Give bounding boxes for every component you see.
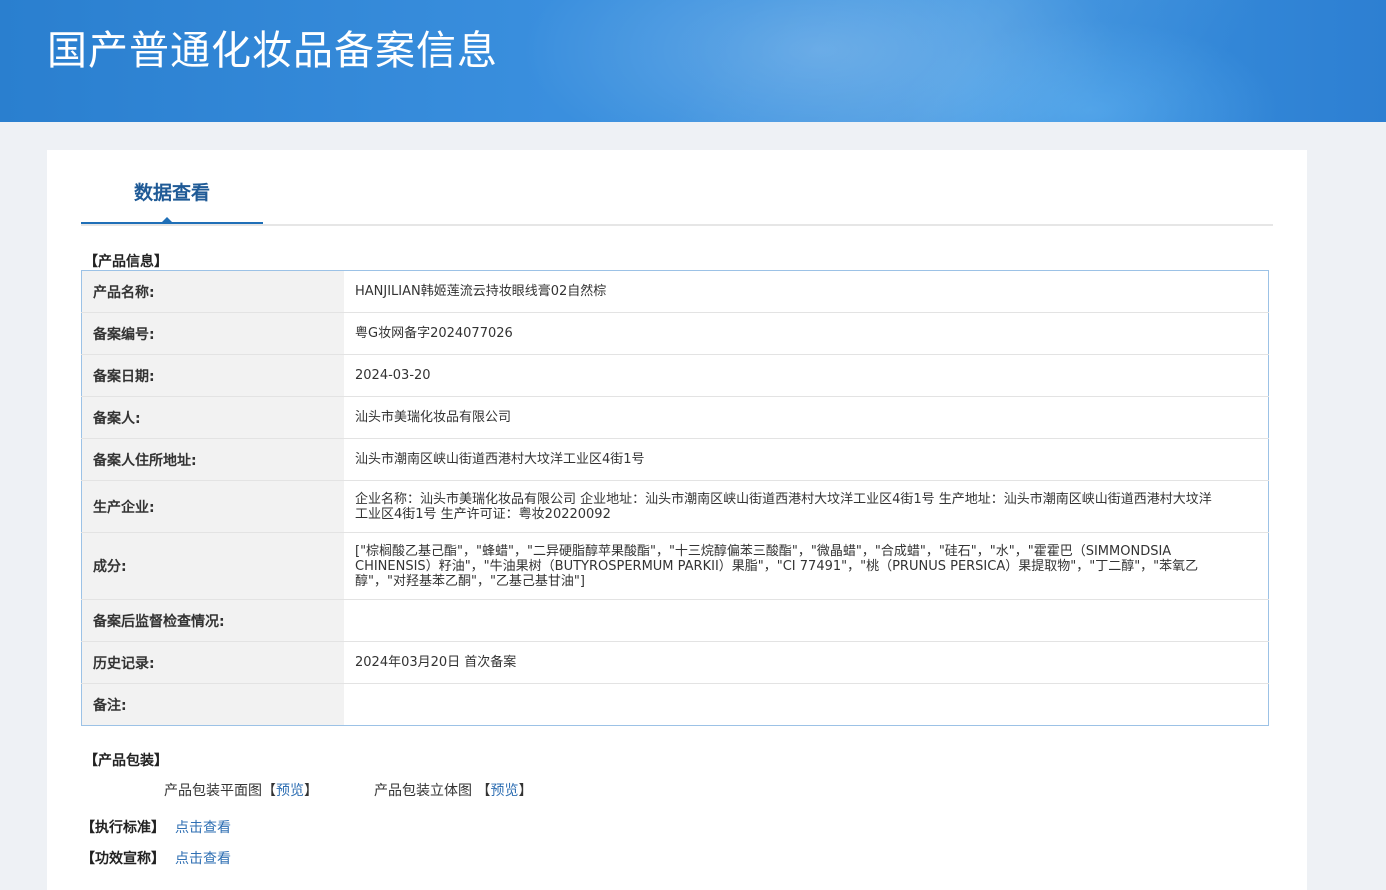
product-info-heading: 【产品信息】 bbox=[84, 254, 168, 270]
table-row: 历史记录: 2024年03月20日 首次备案 bbox=[81, 641, 1269, 684]
bracket-close: 】 bbox=[518, 783, 533, 799]
bracket-close: 】 bbox=[304, 783, 318, 799]
standard-view-link[interactable]: 点击查看 bbox=[175, 820, 231, 836]
tab-active-caret-icon bbox=[160, 217, 174, 224]
row-label: 历史记录: bbox=[81, 641, 344, 684]
row-label: 备案人: bbox=[81, 396, 344, 439]
row-value bbox=[344, 684, 1269, 726]
table-row: 备案日期: 2024-03-20 bbox=[81, 354, 1269, 397]
efficacy-label: 【功效宣称】 bbox=[81, 851, 165, 867]
efficacy-row: 【功效宣称】 点击查看 bbox=[81, 848, 231, 868]
row-label: 备案人住所地址: bbox=[81, 438, 344, 481]
packaging-flat-preview-link[interactable]: 预览 bbox=[276, 783, 304, 799]
efficacy-view-link[interactable]: 点击查看 bbox=[175, 851, 231, 867]
header-banner: 国产普通化妆品备案信息 bbox=[0, 0, 1386, 122]
table-row: 备案编号: 粤G妆网备字2024077026 bbox=[81, 312, 1269, 355]
product-info-table: 产品名称: HANJILIAN韩姬莲流云持妆眼线膏02自然棕 备案编号: 粤G妆… bbox=[81, 270, 1269, 726]
standard-row: 【执行标准】 点击查看 bbox=[81, 817, 231, 837]
tab-data-view[interactable]: 数据查看 bbox=[81, 150, 263, 224]
row-value: HANJILIAN韩姬莲流云持妆眼线膏02自然棕 bbox=[344, 270, 1269, 313]
row-label: 产品名称: bbox=[81, 270, 344, 313]
row-label: 成分: bbox=[81, 532, 344, 600]
packaging-solid-label: 产品包装立体图 bbox=[374, 783, 472, 799]
row-value: 粤G妆网备字2024077026 bbox=[344, 312, 1269, 355]
row-value: 2024年03月20日 首次备案 bbox=[344, 641, 1269, 684]
table-row: 备案后监督检查情况: bbox=[81, 599, 1269, 642]
content-card: 数据查看 【产品信息】 产品名称: HANJILIAN韩姬莲流云持妆眼线膏02自… bbox=[47, 150, 1307, 890]
tab-bar: 数据查看 bbox=[81, 150, 1273, 226]
table-row: 生产企业: 企业名称：汕头市美瑞化妆品有限公司 企业地址：汕头市潮南区峡山街道西… bbox=[81, 480, 1269, 533]
row-label: 备注: bbox=[81, 683, 344, 726]
row-value: 汕头市美瑞化妆品有限公司 bbox=[344, 396, 1269, 439]
bracket-open: 【 bbox=[476, 783, 491, 799]
table-row: 备案人: 汕头市美瑞化妆品有限公司 bbox=[81, 396, 1269, 439]
table-row: 备注: bbox=[81, 683, 1269, 726]
row-label: 备案后监督检查情况: bbox=[81, 599, 344, 642]
packaging-solid-preview-link[interactable]: 预览 bbox=[490, 783, 518, 799]
packaging-heading: 【产品包装】 bbox=[84, 753, 168, 769]
row-label: 生产企业: bbox=[81, 480, 344, 533]
row-value: 企业名称：汕头市美瑞化妆品有限公司 企业地址：汕头市潮南区峡山街道西港村大坟洋工… bbox=[344, 480, 1269, 533]
row-label: 备案编号: bbox=[81, 312, 344, 355]
row-value bbox=[344, 599, 1269, 642]
table-row: 产品名称: HANJILIAN韩姬莲流云持妆眼线膏02自然棕 bbox=[81, 270, 1269, 313]
row-value: 2024-03-20 bbox=[344, 354, 1269, 397]
row-value: 汕头市潮南区峡山街道西港村大坟洋工业区4街1号 bbox=[344, 438, 1269, 481]
packaging-solid-item: 产品包装立体图 【预览】 bbox=[374, 780, 532, 800]
tab-data-view-label: 数据查看 bbox=[133, 182, 210, 204]
standard-label: 【执行标准】 bbox=[81, 820, 165, 836]
bracket-open: 【 bbox=[262, 783, 276, 799]
page-title: 国产普通化妆品备案信息 bbox=[47, 28, 498, 74]
row-value: ["棕榈酸乙基己酯"，"蜂蜡"，"二异硬脂醇苹果酸酯"，"十三烷醇偏苯三酸酯"，… bbox=[344, 532, 1269, 600]
table-row: 成分: ["棕榈酸乙基己酯"，"蜂蜡"，"二异硬脂醇苹果酸酯"，"十三烷醇偏苯三… bbox=[81, 532, 1269, 600]
packaging-flat-item: 产品包装平面图【预览】 bbox=[164, 780, 318, 800]
packaging-flat-label: 产品包装平面图 bbox=[164, 783, 262, 799]
row-label: 备案日期: bbox=[81, 354, 344, 397]
table-row: 备案人住所地址: 汕头市潮南区峡山街道西港村大坟洋工业区4街1号 bbox=[81, 438, 1269, 481]
